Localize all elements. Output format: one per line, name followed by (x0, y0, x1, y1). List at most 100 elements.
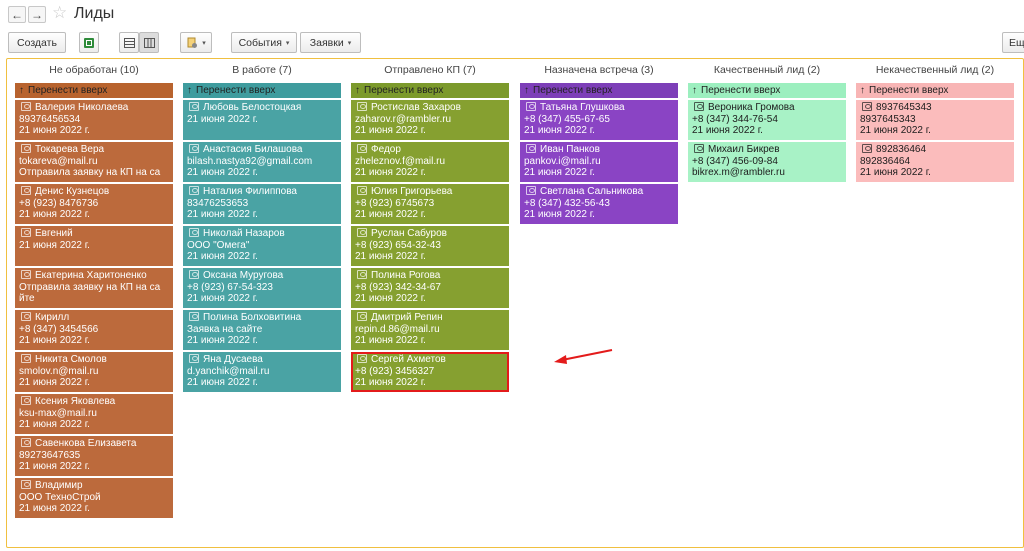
move-up-arrow-icon: ↑ (860, 85, 865, 96)
lead-card-selected[interactable]: Сергей Ахметов +8 (923) 3456327 21 июня 20… (351, 352, 509, 392)
create-button[interactable]: Создать (8, 32, 66, 53)
card-detail: 21 июня 2022 г. (19, 419, 90, 430)
card-detail: tokareva@mail.ru (19, 155, 98, 167)
card-name: Валерия Николаева (35, 102, 129, 113)
card-detail: 21 июня 2022 г. (19, 239, 90, 251)
card-name-row: Оксана Муругова (187, 270, 337, 282)
lead-card[interactable]: Светлана Сальникова +8 (347) 432-56-43 21 … (520, 184, 678, 224)
card-name-row: Кирилл (19, 312, 169, 324)
lead-card[interactable]: Полина Болховитина Заявка на сайте 21 июня… (183, 310, 341, 350)
card-name-row: Савенкова Елизавета (19, 438, 169, 450)
card-name: Сергей Ахметов (371, 354, 446, 365)
lead-card[interactable]: Дмитрий Репин repin.d.86@mail.ru 21 июня 2… (351, 310, 509, 350)
lead-card[interactable]: Евгений 21 июня 2022 г. (15, 226, 173, 266)
card-detail: 21 июня 2022 г. (187, 293, 258, 304)
card-detail: 21 июня 2022 г. (860, 167, 931, 178)
move-up-button[interactable]: ↑ Перенести вверх (520, 83, 678, 98)
card-detail: Заявка на сайте (187, 323, 263, 335)
lead-card[interactable]: Юлия Григорьева +8 (923) 6745673 21 июня 2… (351, 184, 509, 224)
lead-card[interactable]: Яна Дусаева d.yanchik@mail.ru 21 июня 2022… (183, 352, 341, 392)
card-name: Анастасия Билашова (203, 144, 303, 155)
card-name-row: Сергей Ахметов (355, 354, 505, 366)
move-up-button[interactable]: ↑ Перенести вверх (856, 83, 1014, 98)
lead-card[interactable]: Татьяна Глушкова +8 (347) 455-67-65 21 июн… (520, 100, 678, 140)
lead-card[interactable]: Руслан Сабуров +8 (923) 654-32-43 21 июня … (351, 226, 509, 266)
lead-card[interactable]: Валерия Николаева 89376456534 21 июня 2022… (15, 100, 173, 140)
favorite-star-icon[interactable]: ☆ (52, 4, 67, 21)
back-arrow-icon[interactable]: ← (8, 6, 26, 23)
card-name-row: Наталия Филиппова (187, 186, 337, 198)
card-detail: +8 (923) 3456327 (355, 365, 435, 377)
contact-card-icon (21, 438, 31, 447)
column-title: Не обработан (10) (49, 64, 139, 76)
card-name: Денис Кузнецов (35, 186, 110, 197)
lead-card[interactable]: Ксения Яковлева ksu-max@mail.ru 21 июня 20… (15, 394, 173, 434)
card-name: Евгений (35, 228, 73, 239)
more-button[interactable]: Ещ (1002, 32, 1024, 53)
annotation-arrow-icon (554, 349, 613, 364)
lead-card[interactable]: Анастасия Билашова bilash.nastya92@gmail.… (183, 142, 341, 182)
lead-card[interactable]: Оксана Муругова +8 (923) 67-54-323 21 июня… (183, 268, 341, 308)
excel-icon (84, 37, 94, 48)
contact-card-icon (21, 396, 31, 405)
card-name: Ростислав Захаров (371, 102, 461, 113)
lead-card[interactable]: Денис Кузнецов +8 (923) 8476736 21 июня 20… (15, 184, 173, 224)
card-name-row: Токарева Вера (19, 144, 169, 156)
lead-card[interactable]: Федор zheleznov.f@mail.ru 21 июня 2022 г. (351, 142, 509, 182)
column-title: В работе (7) (232, 64, 292, 76)
forward-arrow-icon[interactable]: → (28, 6, 46, 23)
lead-card[interactable]: Николай Назаров ООО "Омега" 21 июня 2022 г… (183, 226, 341, 266)
lead-card[interactable]: Михаил Бикрев +8 (347) 456-09-84 bikrex.m@… (688, 142, 846, 182)
card-name-row: Любовь Белостоцкая (187, 102, 337, 114)
card-detail: 21 июня 2022 г. (187, 377, 258, 388)
events-dropdown-button[interactable]: События ▾ (231, 32, 297, 53)
contact-card-icon (694, 144, 704, 153)
lead-card[interactable]: Никита Смолов smolov.n@mail.ru 21 июня 202… (15, 352, 173, 392)
contact-card-icon (526, 102, 536, 111)
card-name-row: Дмитрий Репин (355, 312, 505, 324)
card-name-row: Светлана Сальникова (524, 186, 674, 198)
card-name-row: Полина Рогова (355, 270, 505, 282)
card-name: Полина Рогова (371, 270, 441, 281)
card-detail: ksu-max@mail.ru (19, 407, 97, 419)
lead-card[interactable]: Владимир ООО ТехноСтрой 21 июня 2022 г. (15, 478, 173, 518)
list-view-icon (123, 37, 135, 48)
lead-card[interactable]: Любовь Белостоцкая 21 июня 2022 г. (183, 100, 341, 140)
lead-card[interactable]: Иван Панков pankov.i@mail.ru 21 июня 2022 … (520, 142, 678, 182)
card-detail: 21 июня 2022 г. (187, 167, 258, 178)
card-detail: 89376456534 (19, 113, 81, 125)
card-name: Руслан Сабуров (371, 228, 447, 239)
lead-card[interactable]: Ростислав Захаров zaharov.r@rambler.ru 21 … (351, 100, 509, 140)
lead-card[interactable]: 892836464 892836464 21 июня 2022 г. (856, 142, 1014, 182)
move-up-button[interactable]: ↑ Перенести вверх (351, 83, 509, 98)
lead-card[interactable]: Полина Рогова +8 (923) 342-34-67 21 июня 2… (351, 268, 509, 308)
contact-card-icon (357, 186, 367, 195)
card-name-row: Михаил Бикрев (692, 144, 842, 156)
card-detail: +8 (347) 456-09-84 (692, 155, 778, 167)
contact-card-icon (357, 312, 367, 321)
lead-card[interactable]: Екатерина Харитоненко Отправила заявку на… (15, 268, 173, 308)
contact-card-icon (21, 270, 31, 279)
move-up-button[interactable]: ↑ Перенести вверх (688, 83, 846, 98)
contact-card-icon (189, 102, 199, 111)
card-name-row: Валерия Николаева (19, 102, 169, 114)
lead-card[interactable]: Вероника Громова +8 (347) 344-76-54 21 июн… (688, 100, 846, 140)
move-up-button[interactable]: ↑ Перенести вверх (15, 83, 173, 98)
requests-dropdown-button[interactable]: Заявки ▾ (300, 32, 361, 53)
contact-card-icon (694, 102, 704, 111)
page-title: Лиды (74, 5, 115, 22)
settings-dropdown-button[interactable]: ▾ (180, 32, 212, 53)
export-excel-button[interactable] (79, 32, 99, 53)
move-up-button[interactable]: ↑ Перенести вверх (183, 83, 341, 98)
lead-card[interactable]: 8937645343 8937645343 21 июня 2022 г. (856, 100, 1014, 140)
lead-card[interactable]: Токарева Вера tokareva@mail.ru Отправила з… (15, 142, 173, 182)
card-name-row: Владимир (19, 480, 169, 492)
kanban-view-button[interactable] (139, 32, 159, 53)
list-view-button[interactable] (119, 32, 139, 53)
lead-card[interactable]: Савенкова Елизавета 89273647635 21 июня 20… (15, 436, 173, 476)
lead-card[interactable]: Наталия Филиппова 83476253653 21 июня 2022… (183, 184, 341, 224)
card-detail: 21 июня 2022 г. (355, 125, 426, 136)
lead-card[interactable]: Кирилл +8 (347) 3454566 21 июня 2022 г. (15, 310, 173, 350)
contact-card-icon (189, 270, 199, 279)
card-detail: repin.d.86@mail.ru (355, 323, 440, 335)
